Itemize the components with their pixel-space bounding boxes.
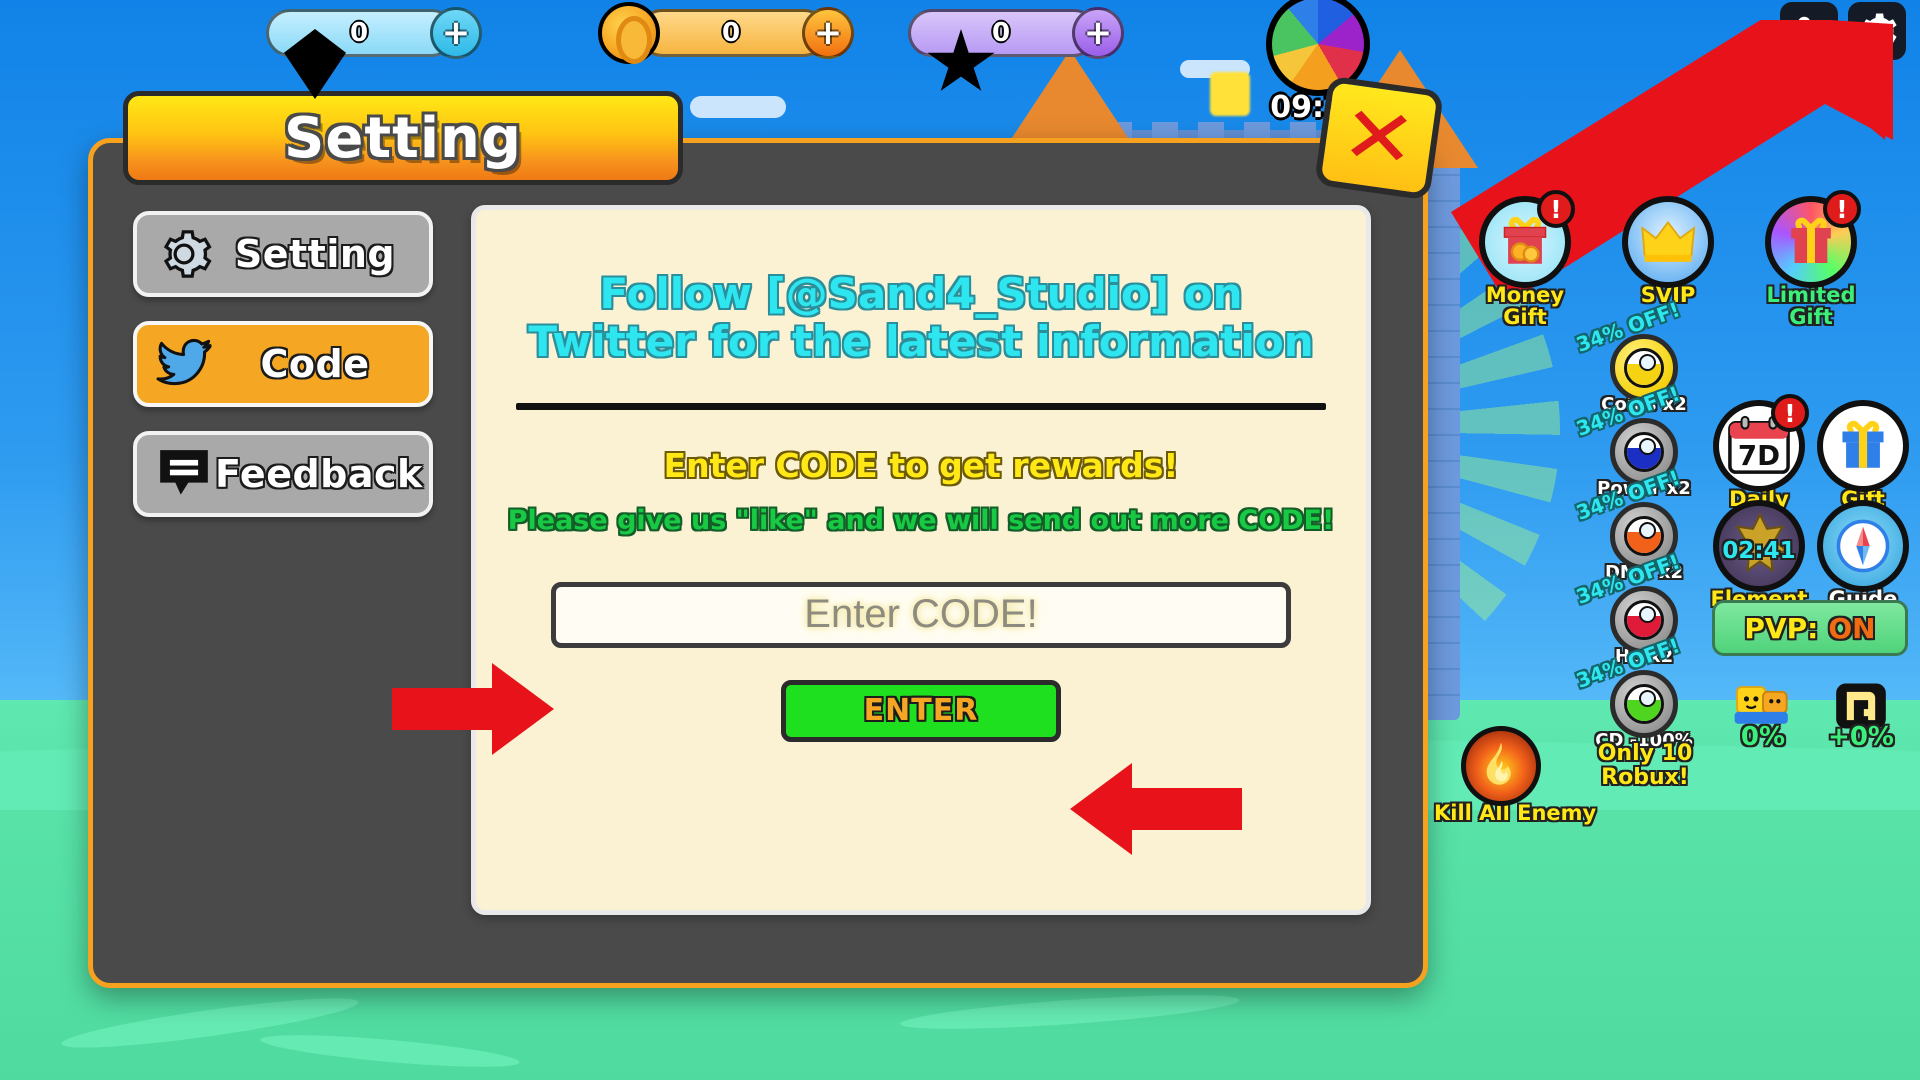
- hud-money-gift[interactable]: ! Money Gift: [1472, 190, 1578, 330]
- element-change-timer: 02:41: [1722, 538, 1796, 564]
- hud-guide[interactable]: Guide: [1810, 500, 1916, 610]
- premium-bonus-value: +0%: [1828, 722, 1894, 752]
- hud-limited-gift[interactable]: ! Limited Gift: [1758, 190, 1864, 330]
- sidebar-item-label: Code: [260, 342, 370, 386]
- robux-note: Only 10 Robux!: [1597, 741, 1693, 791]
- hud-daily[interactable]: 7D ! Daily: [1706, 394, 1812, 510]
- cloud-decor: [690, 96, 786, 118]
- calendar-7d-icon: 7D !: [1713, 394, 1809, 492]
- pvp-toggle-button[interactable]: PVP: ON: [1712, 600, 1908, 656]
- money-gift-icon: !: [1479, 190, 1575, 288]
- potion-icon: [1610, 670, 1678, 738]
- divider: [516, 402, 1326, 410]
- sidebar-item-label: Setting: [234, 232, 396, 276]
- headline-line-1: Follow [@Sand4_Studio] on: [599, 269, 1243, 318]
- limited-gift-icon: !: [1765, 190, 1861, 288]
- coin-icon: [598, 2, 660, 64]
- notification-badge: !: [1771, 394, 1809, 432]
- stars-add-button[interactable]: +: [1072, 7, 1124, 59]
- stars-value: 0: [908, 9, 1098, 57]
- notification-badge: !: [1823, 190, 1861, 228]
- crown-icon: [1622, 196, 1714, 288]
- rewards-prompt: Enter CODE to get rewards!: [663, 445, 1179, 485]
- hud-kill-all-enemy[interactable]: Kill All Enemy: [1434, 726, 1596, 824]
- element-change-icon: 02:41: [1713, 500, 1805, 592]
- sidebar-item-code[interactable]: Code: [133, 321, 433, 407]
- game-screen: 0 + 0 + 0 + 09:29 Setting ✕ Setting Code…: [0, 0, 1920, 1080]
- svg-text:7D: 7D: [1738, 439, 1780, 472]
- annotation-arrow-input: [392, 663, 554, 755]
- premium-bonus-stat[interactable]: +0%: [1816, 680, 1906, 752]
- currency-stars[interactable]: 0 +: [908, 6, 1124, 60]
- settings-window: Setting ✕ Setting Code Feedback Follow […: [88, 75, 1445, 988]
- twitter-bird-icon: [153, 333, 215, 395]
- pvp-value: ON: [1828, 611, 1876, 645]
- gems-add-button[interactable]: +: [430, 7, 482, 59]
- code-input[interactable]: Enter CODE!: [551, 581, 1291, 648]
- coins-value: 0: [638, 9, 828, 57]
- speech-bubble-icon: [153, 443, 215, 505]
- fire-blast-icon: [1461, 726, 1541, 806]
- headline-line-2: Twitter for the latest information: [528, 317, 1314, 367]
- pvp-label: PVP:: [1744, 611, 1819, 645]
- notification-badge: !: [1537, 190, 1575, 228]
- hud-svip[interactable]: SVIP: [1615, 196, 1721, 306]
- sidebar-item-setting[interactable]: Setting: [133, 211, 433, 297]
- like-prompt: Please give us "like" and we will send o…: [507, 504, 1335, 536]
- gift-box-icon: [1817, 400, 1909, 492]
- enter-button[interactable]: ENTER: [781, 679, 1061, 742]
- sidebar-item-feedback[interactable]: Feedback: [133, 431, 433, 517]
- currency-gems[interactable]: 0 +: [266, 6, 482, 60]
- gear-icon: [153, 223, 215, 285]
- sidebar-item-label: Feedback: [215, 452, 423, 496]
- hud-gift[interactable]: Gift: [1810, 400, 1916, 510]
- compass-icon: [1817, 500, 1909, 592]
- window-sidebar: Setting Code Feedback: [133, 211, 433, 541]
- coins-add-button[interactable]: +: [802, 7, 854, 59]
- hud-label: Money Gift: [1485, 283, 1565, 330]
- friends-bonus-stat[interactable]: 0%: [1718, 680, 1808, 752]
- hud-label: Limited Gift: [1766, 283, 1856, 330]
- boost-cd-100[interactable]: CD -100% 34% OFF!: [1573, 633, 1696, 751]
- window-title-banner: Setting: [123, 91, 683, 185]
- currency-coins[interactable]: 0 +: [598, 2, 854, 64]
- page-title: Setting: [284, 105, 522, 171]
- annotation-arrow-enter: [1070, 763, 1242, 855]
- follow-headline: Follow [@Sand4_Studio] on Twitter for th…: [516, 269, 1326, 367]
